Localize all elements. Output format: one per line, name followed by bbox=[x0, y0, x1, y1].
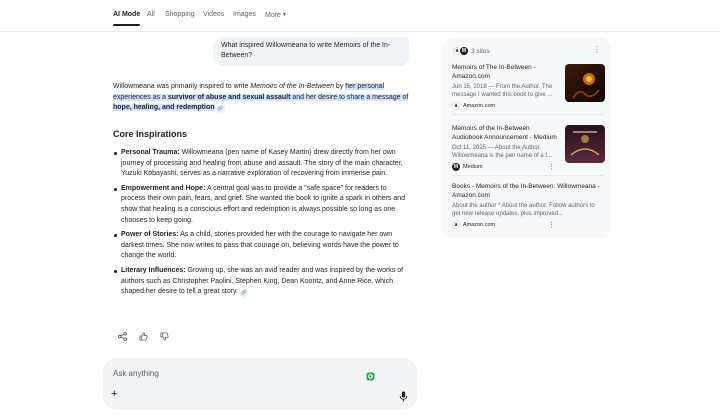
book-title: Memoirs of the In-Between bbox=[250, 83, 334, 90]
top-nav: AI Mode All Shopping Videos Images More ▾ bbox=[0, 0, 720, 32]
source-title: Memoirs of the In-Between Audiobook Anno… bbox=[452, 125, 557, 141]
tab-images[interactable]: Images bbox=[233, 11, 256, 18]
list-item: Empowerment and Hope: A central goal was… bbox=[113, 184, 413, 226]
lens-icon[interactable] bbox=[366, 368, 375, 381]
share-icon[interactable] bbox=[117, 331, 128, 342]
list-item-head: Power of Stories: bbox=[121, 231, 179, 239]
tab-more-label: More bbox=[265, 12, 281, 19]
microphone-icon[interactable] bbox=[399, 389, 408, 402]
source-card[interactable]: Memoirs of the In-Between Audiobook Anno… bbox=[452, 125, 605, 171]
divider bbox=[452, 175, 604, 176]
highlight-bold: survivor of abuse and sexual assault bbox=[167, 93, 291, 101]
highlight-text: and her desire to share a message of bbox=[290, 93, 409, 101]
source-snippet: About the author * About the author. Fol… bbox=[452, 203, 595, 217]
answer-paragraph: Willowmeana was primarily inspired to wr… bbox=[113, 82, 413, 114]
source-link-icon[interactable]: 🔗 bbox=[216, 105, 225, 113]
source-snippet: Oct 11, 2025 — About the Author. Willowm… bbox=[452, 145, 553, 159]
answer-actions bbox=[117, 331, 170, 342]
source-site-name: Amazon.com bbox=[463, 103, 496, 109]
thumbs-up-icon[interactable] bbox=[138, 331, 149, 342]
user-query-bubble: What inspired Willowmeana to write Memoi… bbox=[213, 37, 409, 66]
tab-shopping[interactable]: Shopping bbox=[165, 11, 195, 18]
sources-header[interactable]: a M 3 sites bbox=[453, 45, 490, 57]
more-options-icon[interactable]: ⋮ bbox=[593, 45, 601, 54]
tab-all[interactable]: All bbox=[147, 11, 155, 18]
answer-text: Willowmeana was primarily inspired to wr… bbox=[113, 83, 251, 90]
sources-count: 3 sites bbox=[471, 47, 490, 55]
list-item: Personal Trauma: Willowmeana (pen name o… bbox=[113, 148, 413, 180]
sources-panel: a M 3 sites ⋮ Memoirs of The In-Between … bbox=[443, 38, 611, 238]
list-item-head: Personal Trauma: bbox=[121, 149, 180, 156]
source-site-name: Medium bbox=[463, 164, 483, 170]
tab-videos[interactable]: Videos bbox=[203, 11, 224, 18]
ask-input[interactable] bbox=[113, 366, 353, 380]
source-link-icon[interactable]: 🔗 bbox=[240, 289, 248, 298]
divider bbox=[452, 114, 604, 115]
source-title: Memoirs of The In-Between - Amazon.com bbox=[452, 64, 536, 80]
source-card[interactable]: Books - Memoirs of the In-Between: Willo… bbox=[452, 183, 604, 229]
highlight-bold: hope, healing, and redemption bbox=[113, 104, 215, 111]
source-site: a Amazon.com bbox=[452, 102, 604, 110]
list-item-head: Literary Influences: bbox=[121, 266, 186, 274]
book-cover-thumbnail bbox=[565, 64, 605, 102]
audiobook-cover-thumbnail bbox=[565, 125, 605, 163]
amazon-favicon-icon: a bbox=[452, 102, 460, 110]
source-card[interactable]: Memoirs of The In-Between - Amazon.com J… bbox=[452, 64, 605, 110]
section-title: Core Inspirations bbox=[113, 129, 188, 139]
tab-ai-mode[interactable]: AI Mode bbox=[113, 11, 141, 26]
thumbs-down-icon[interactable] bbox=[159, 331, 170, 342]
source-site: M Medium ⋮ bbox=[452, 163, 604, 171]
inspirations-list: Personal Trauma: Willowmeana (pen name o… bbox=[113, 148, 413, 302]
more-options-icon[interactable]: ⋮ bbox=[548, 221, 555, 229]
chevron-down-icon: ▾ bbox=[282, 12, 286, 18]
amazon-favicon-icon: a bbox=[452, 221, 460, 229]
medium-favicon-icon: M bbox=[460, 47, 468, 55]
medium-favicon-icon: M bbox=[452, 163, 460, 171]
source-site-name: Amazon.com bbox=[463, 222, 496, 228]
list-item: Power of Stories: As a child, stories pr… bbox=[113, 230, 413, 262]
source-site: a Amazon.com ⋮ bbox=[452, 221, 604, 229]
source-title: Books - Memoirs of the In-Between: Willo… bbox=[452, 183, 600, 199]
source-snippet: Jun 15, 2018 — From the Author. The mess… bbox=[452, 84, 553, 98]
add-attachment-button[interactable]: + bbox=[111, 389, 117, 400]
more-options-icon[interactable]: ⋮ bbox=[548, 163, 555, 171]
answer-text: by bbox=[333, 83, 346, 90]
list-item: Literary Influences: Growing up, she was… bbox=[113, 266, 413, 298]
tab-more[interactable]: More ▾ bbox=[265, 11, 286, 19]
list-item-head: Empowerment and Hope: bbox=[121, 184, 206, 192]
ask-box: + bbox=[103, 358, 417, 410]
